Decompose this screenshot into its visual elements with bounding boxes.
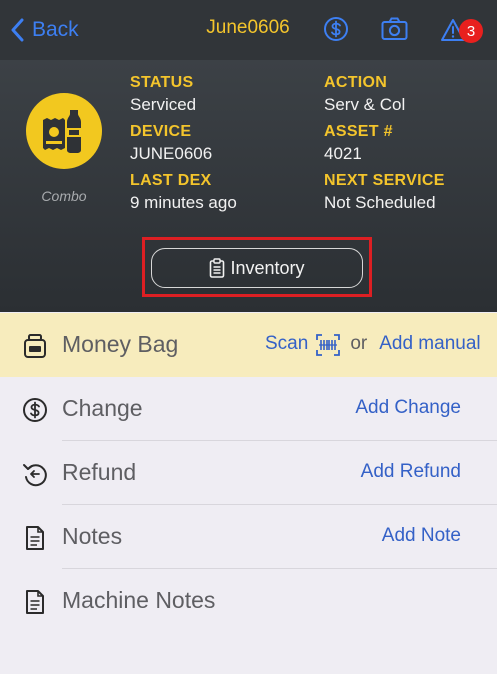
list-row-machine-notes[interactable]: Machine Notes: [0, 569, 497, 633]
next-service-field: NEXT SERVICE Not Scheduled: [324, 172, 445, 213]
last-dex-field: LAST DEX 9 minutes ago: [130, 172, 237, 213]
device-header: Combo STATUS Serviced ACTION Serv & Col …: [0, 60, 497, 312]
clipboard-icon: [210, 258, 225, 278]
chevron-left-icon: [11, 18, 24, 42]
inventory-button[interactable]: Inventory: [151, 248, 363, 288]
add-note-link[interactable]: Add Note: [382, 525, 461, 547]
inventory-label: Inventory: [230, 257, 305, 278]
money-bag-actions: Scan or Add manual: [265, 332, 481, 356]
change-label: Change: [62, 395, 143, 421]
back-label: Back: [32, 18, 79, 41]
list-row-change: Change Add Change: [0, 377, 497, 441]
last-dex-label: LAST DEX: [130, 172, 212, 189]
next-service-value: Not Scheduled: [324, 193, 436, 212]
add-change-link[interactable]: Add Change: [355, 397, 461, 419]
document-icon: [26, 526, 44, 550]
dollar-coin-icon: [23, 398, 47, 422]
last-dex-value: 9 minutes ago: [130, 193, 237, 212]
nav-title: June0606: [206, 17, 290, 38]
device-label: DEVICE: [130, 123, 192, 140]
add-refund-link[interactable]: Add Refund: [361, 461, 461, 483]
refund-label: Refund: [62, 459, 137, 485]
back-button[interactable]: Back: [10, 14, 79, 46]
barcode-scan-icon[interactable]: [316, 334, 341, 356]
list-row-notes: Notes Add Note: [0, 505, 497, 569]
asset-label: ASSET #: [324, 123, 393, 140]
device-field: DEVICE JUNE0606: [130, 123, 212, 164]
machine-notes-label: Machine Notes: [62, 587, 216, 613]
machine-type-caption: Combo: [41, 188, 87, 204]
camera-icon[interactable]: [381, 17, 408, 41]
status-label: STATUS: [130, 74, 194, 91]
refund-icon: [23, 464, 47, 487]
action-field: ACTION Serv & Col: [324, 74, 405, 115]
status-field: STATUS Serviced: [130, 74, 196, 115]
snack-bottle-icon: [43, 110, 81, 153]
next-service-label: NEXT SERVICE: [324, 172, 445, 189]
action-label: ACTION: [324, 74, 388, 91]
asset-value: 4021: [324, 144, 362, 163]
money-bag-icon: [24, 334, 46, 358]
combo-machine-avatar: [26, 93, 102, 169]
status-value: Serviced: [130, 95, 197, 114]
dollar-icon[interactable]: [323, 16, 349, 42]
add-manual-link[interactable]: Add manual: [379, 333, 480, 355]
action-value: Serv & Col: [324, 95, 406, 114]
list-row-refund: Refund Add Refund: [0, 441, 497, 505]
device-value: JUNE0606: [130, 144, 213, 163]
alert-count-badge: 3: [459, 19, 483, 43]
asset-field: ASSET # 4021: [324, 123, 393, 164]
or-separator: or: [350, 333, 368, 354]
document-icon: [26, 590, 44, 614]
list-row-money-bag: Money Bag Scan or Add manual: [0, 313, 497, 377]
notes-label: Notes: [62, 523, 123, 549]
money-bag-label: Money Bag: [62, 331, 179, 357]
scan-link[interactable]: Scan: [265, 333, 308, 355]
nav-bar: Back June0606 3: [0, 0, 497, 60]
